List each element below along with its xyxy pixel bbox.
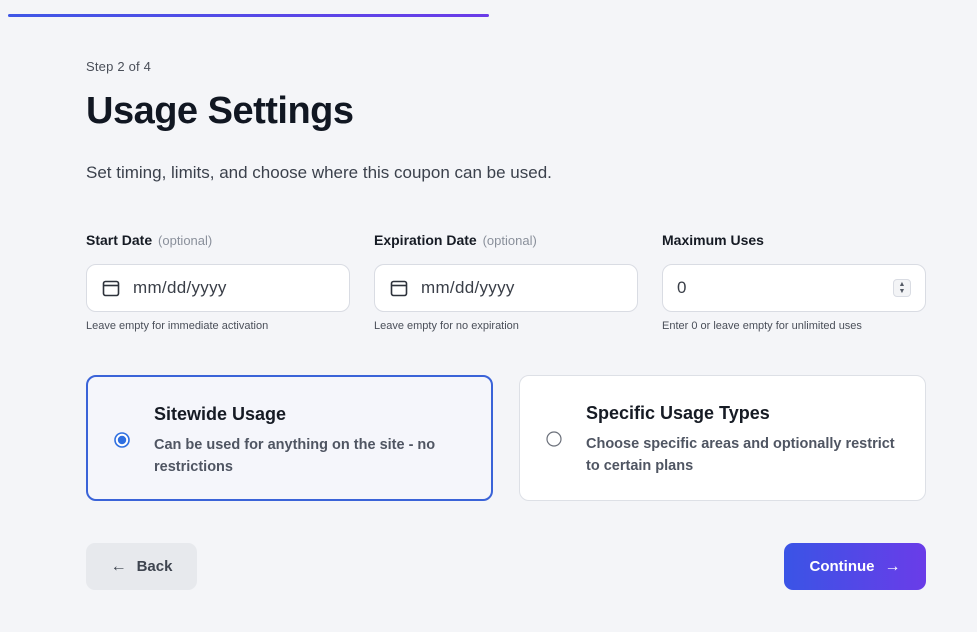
expiration-date-input[interactable]: mm/dd/yyyy bbox=[374, 264, 638, 312]
continue-button-label: Continue bbox=[809, 558, 875, 575]
maximum-uses-input[interactable]: 0 ▲ ▼ bbox=[662, 264, 926, 312]
stepper-up-icon[interactable]: ▲ bbox=[899, 281, 906, 288]
option-title: Specific Usage Types bbox=[586, 403, 770, 423]
start-date-input[interactable]: mm/dd/yyyy bbox=[86, 264, 350, 312]
step-indicator: Step 2 of 4 bbox=[86, 59, 152, 74]
maximum-uses-help: Enter 0 or leave empty for unlimited use… bbox=[662, 320, 862, 332]
optional-tag: (optional) bbox=[158, 233, 213, 248]
arrow-right-icon: → bbox=[884, 557, 901, 575]
radio-unselected-icon[interactable] bbox=[546, 431, 562, 447]
page-subtitle: Set timing, limits, and choose where thi… bbox=[86, 163, 552, 182]
progress-track bbox=[8, 14, 969, 17]
option-description: Choose specific areas and optionally res… bbox=[586, 436, 895, 474]
expiration-date-placeholder: mm/dd/yyyy bbox=[421, 278, 515, 297]
stepper-down-icon[interactable]: ▼ bbox=[899, 288, 906, 295]
page-title: Usage Settings bbox=[86, 90, 354, 132]
start-date-placeholder: mm/dd/yyyy bbox=[133, 278, 227, 297]
calendar-icon[interactable] bbox=[389, 278, 409, 298]
maximum-uses-field: Maximum Uses 0 ▲ ▼ Enter 0 or leave empt… bbox=[662, 232, 926, 332]
maximum-uses-value: 0 bbox=[677, 278, 687, 297]
arrow-left-icon: ← bbox=[110, 557, 127, 575]
expiration-date-help: Leave empty for no expiration bbox=[374, 320, 519, 332]
usage-settings-page: Step 2 of 4 Usage Settings Set timing, l… bbox=[0, 0, 977, 632]
radio-selected-icon[interactable] bbox=[114, 432, 130, 448]
start-date-label: Start Date (optional) bbox=[86, 232, 213, 248]
back-button[interactable]: ← Back bbox=[86, 543, 197, 590]
progress-bar-fill bbox=[8, 14, 489, 17]
continue-button[interactable]: Continue → bbox=[784, 543, 926, 590]
optional-tag: (optional) bbox=[482, 233, 537, 248]
back-button-label: Back bbox=[136, 558, 173, 575]
start-date-field: Start Date (optional) mm/dd/yyyy Leave e… bbox=[86, 232, 350, 332]
maximum-uses-label: Maximum Uses bbox=[662, 232, 764, 248]
calendar-icon[interactable] bbox=[101, 278, 121, 298]
expiration-date-label: Expiration Date (optional) bbox=[374, 232, 537, 248]
option-title: Sitewide Usage bbox=[154, 404, 287, 424]
number-stepper-icon[interactable]: ▲ ▼ bbox=[893, 279, 911, 297]
sitewide-usage-option[interactable]: Sitewide Usage Can be used for anything … bbox=[86, 375, 493, 501]
expiration-date-field: Expiration Date (optional) mm/dd/yyyy Le… bbox=[374, 232, 638, 332]
start-date-help: Leave empty for immediate activation bbox=[86, 320, 269, 332]
specific-usage-types-option[interactable]: Specific Usage Types Choose specific are… bbox=[519, 375, 926, 501]
option-description: Can be used for anything on the site - n… bbox=[154, 437, 436, 475]
